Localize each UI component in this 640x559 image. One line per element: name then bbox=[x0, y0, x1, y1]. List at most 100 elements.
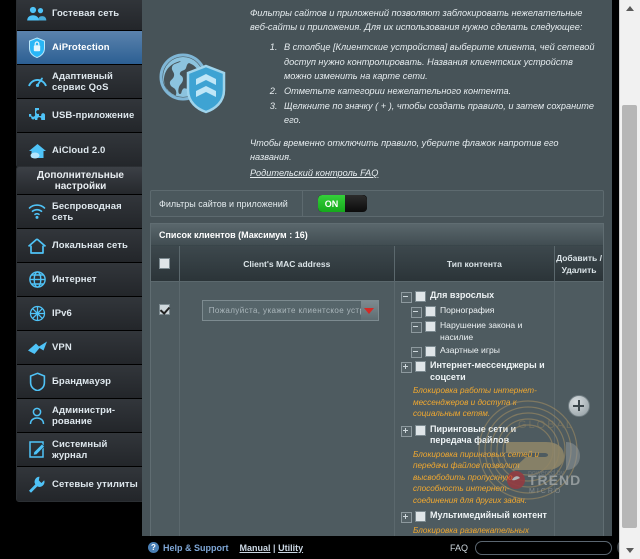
sidebar-item-vpn[interactable]: VPN bbox=[17, 331, 144, 365]
sidebar: Гостевая сеть AiProtection Адаптивный се… bbox=[0, 0, 145, 559]
expander-icon[interactable] bbox=[400, 512, 412, 524]
sidebar-item-lan[interactable]: Локальная сеть bbox=[17, 229, 144, 263]
category-label: Порнография bbox=[439, 305, 495, 316]
shield-icon bbox=[22, 370, 52, 394]
faq-label: FAQ bbox=[449, 542, 468, 553]
toggle-knob bbox=[345, 195, 367, 213]
category-node: Мультимедийный контент bbox=[400, 510, 550, 524]
category-checkbox[interactable] bbox=[424, 321, 436, 333]
expander-icon[interactable] bbox=[410, 307, 422, 319]
category-checkbox[interactable] bbox=[414, 291, 426, 303]
scrollbar-thumb[interactable] bbox=[622, 105, 637, 528]
sidebar-item-aiprotection[interactable]: AiProtection bbox=[17, 31, 144, 65]
link-separator: | bbox=[273, 542, 276, 553]
sidebar-item-adaptive-qos[interactable]: Адаптивный сервис QoS bbox=[17, 65, 144, 99]
sidebar-item-aicloud[interactable]: AiCloud 2.0 bbox=[17, 133, 144, 167]
description-intro: Фильтры сайтов и приложений позволяют за… bbox=[250, 8, 583, 33]
sidebar-item-administration[interactable]: Администри-рование bbox=[17, 399, 144, 433]
sidebar-item-wan[interactable]: Интернет bbox=[17, 263, 144, 297]
content-category-tree: Для взрослых Порнография Нарушение закон… bbox=[400, 290, 550, 536]
header-add-delete: Добавить / Удалить bbox=[556, 252, 602, 275]
globe-icon bbox=[22, 268, 52, 292]
row-mac-cell: Пожалуйста, укажите клиентское устройств… bbox=[180, 282, 395, 536]
category-node: Нарушение закона и насилие bbox=[410, 320, 550, 343]
sidebar-item-label: IPv6 bbox=[52, 308, 72, 319]
category-label: Пиринговые сети и передача файлов bbox=[429, 423, 517, 446]
add-rule-button[interactable] bbox=[568, 395, 591, 418]
chevron-down-icon[interactable] bbox=[360, 301, 378, 321]
header-content-type: Тип контента bbox=[395, 246, 556, 282]
sidebar-item-label: Интернет bbox=[52, 274, 97, 285]
expander-icon[interactable] bbox=[400, 362, 412, 374]
footer-search-input[interactable] bbox=[475, 540, 612, 555]
help-support-label: Help & Support bbox=[163, 542, 229, 553]
category-checkbox[interactable] bbox=[414, 511, 426, 523]
expander-icon[interactable] bbox=[400, 425, 412, 437]
category-checkbox[interactable] bbox=[424, 346, 436, 358]
utility-link[interactable]: Utility bbox=[278, 543, 303, 553]
table-row: Пожалуйста, укажите клиентское устройств… bbox=[151, 282, 603, 536]
sidebar-advanced-group: Дополнительные настройки Беспроводная се… bbox=[16, 166, 145, 502]
description-steps: В столбце [Клиентские устройства] выбери… bbox=[250, 40, 598, 127]
scroll-down-arrow[interactable] bbox=[620, 542, 640, 559]
category-label: Для взрослых bbox=[429, 290, 495, 301]
category-checkbox[interactable] bbox=[414, 424, 426, 436]
category-label: Азартные игры bbox=[439, 345, 500, 356]
category-node: Для взрослых bbox=[400, 290, 550, 304]
select-all-checkbox[interactable] bbox=[159, 258, 171, 270]
sidebar-item-label: Локальная сеть bbox=[52, 240, 128, 251]
toggle-state-label: ON bbox=[318, 195, 345, 213]
category-checkbox[interactable] bbox=[414, 361, 426, 373]
expander-icon[interactable] bbox=[400, 292, 412, 304]
filter-toggle-panel: Фильтры сайтов и приложений ON bbox=[150, 190, 604, 218]
notepad-pencil-icon bbox=[22, 438, 52, 462]
sidebar-item-guest-network[interactable]: Гостевая сеть bbox=[17, 0, 144, 31]
expander-icon[interactable] bbox=[410, 347, 422, 359]
sidebar-item-label: Системный журнал bbox=[52, 438, 108, 461]
header-mac-address: Client's MAC address bbox=[180, 246, 395, 282]
sidebar-item-system-log[interactable]: Системный журнал bbox=[17, 433, 144, 467]
description-tail: Чтобы временно отключить правило, уберит… bbox=[250, 137, 559, 162]
sidebar-item-wireless[interactable]: Беспроводная сеть bbox=[17, 195, 144, 229]
sidebar-item-label: Адаптивный сервис QoS bbox=[52, 70, 113, 93]
sidebar-item-label: AiProtection bbox=[52, 42, 110, 53]
cloud-house-icon bbox=[22, 138, 52, 162]
sidebar-item-usb-application[interactable]: USB-приложение bbox=[17, 99, 144, 133]
sidebar-item-label: Сетевые утилиты bbox=[52, 478, 138, 490]
sidebar-item-label: USB-приложение bbox=[52, 110, 135, 121]
main-panel: Фильтры сайтов и приложений позволяют за… bbox=[142, 0, 622, 559]
filter-toggle-switch[interactable]: ON bbox=[318, 195, 367, 213]
category-label: Интернет-мессенджеры и соцсети bbox=[429, 360, 545, 382]
home-icon bbox=[22, 234, 52, 258]
sidebar-primary-group: Гостевая сеть AiProtection Адаптивный се… bbox=[16, 0, 145, 168]
expander-icon[interactable] bbox=[410, 322, 422, 334]
client-device-select[interactable]: Пожалуйста, укажите клиентское устройств… bbox=[201, 300, 379, 322]
sidebar-item-ipv6[interactable]: IPv6 bbox=[17, 297, 144, 331]
puzzle-icon bbox=[22, 104, 52, 128]
sidebar-advanced-header: Дополнительные настройки bbox=[17, 167, 144, 195]
header-select-all[interactable] bbox=[151, 246, 180, 282]
gauge-icon bbox=[22, 70, 52, 94]
parental-control-faq-link[interactable]: Родительский контроль FAQ bbox=[250, 168, 378, 178]
wifi-icon bbox=[22, 200, 52, 224]
category-hint: Блокировка работы интернет-мессенджеров … bbox=[412, 386, 537, 419]
category-node: Азартные игры bbox=[410, 345, 550, 359]
row-checkbox[interactable] bbox=[159, 304, 171, 316]
scroll-up-arrow[interactable] bbox=[620, 0, 640, 17]
sidebar-item-firewall[interactable]: Брандмауэр bbox=[17, 365, 144, 399]
category-label: Мультимедийный контент bbox=[429, 510, 547, 521]
sidebar-item-network-tools[interactable]: Сетевые утилиты bbox=[17, 467, 144, 501]
browser-scrollbar[interactable] bbox=[619, 0, 640, 559]
description-block: Фильтры сайтов и приложений позволяют за… bbox=[142, 0, 612, 186]
footer-links: Manual | Utility bbox=[240, 543, 304, 553]
category-node: Пиринговые сети и передача файлов bbox=[400, 423, 550, 447]
manual-link[interactable]: Manual bbox=[240, 543, 271, 553]
description-step: Щелкните по значку ( + ), чтобы создать … bbox=[280, 99, 598, 127]
filter-toggle-label: Фильтры сайтов и приложений bbox=[151, 191, 303, 217]
category-checkbox[interactable] bbox=[424, 306, 436, 318]
client-list-table: Список клиентов (Максимум : 16) Client's… bbox=[150, 223, 604, 536]
category-node: Порнография bbox=[410, 305, 550, 319]
help-support-link[interactable]: ? Help & Support bbox=[148, 542, 229, 553]
router-admin-page: Гостевая сеть AiProtection Адаптивный се… bbox=[0, 0, 640, 559]
question-icon: ? bbox=[148, 542, 159, 553]
